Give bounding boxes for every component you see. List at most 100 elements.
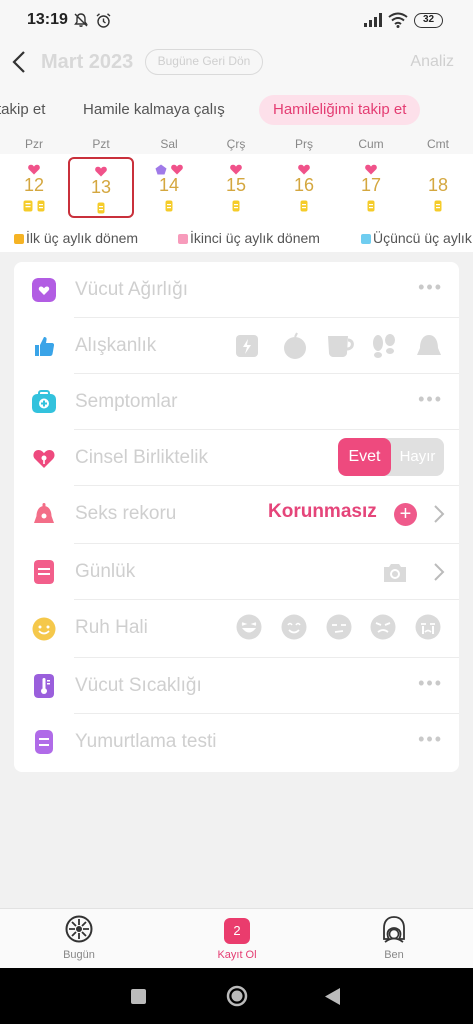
- vitamin-icon: [434, 200, 442, 212]
- legend-item: İkinci üç aylık dönem: [178, 230, 320, 246]
- cup-icon[interactable]: [325, 333, 355, 359]
- row-temperature[interactable]: Vücut Sıcaklığı •••: [14, 658, 459, 714]
- day-cell[interactable]: 17: [338, 154, 404, 220]
- trimester-legend: İlk üç aylık dönem İkinci üç aylık dönem…: [0, 224, 473, 252]
- more-icon[interactable]: •••: [418, 389, 443, 410]
- apple-icon[interactable]: [281, 332, 309, 360]
- nav-profile[interactable]: Ben: [344, 909, 444, 969]
- legend-label: İkinci üç aylık dönem: [190, 230, 320, 246]
- row-diary[interactable]: Günlük: [14, 544, 459, 600]
- chevron-right-icon[interactable]: [433, 504, 445, 524]
- row-label: Semptomlar: [75, 391, 178, 412]
- row-label: Günlük: [75, 561, 136, 582]
- scale-icon: [32, 278, 56, 302]
- row-mood[interactable]: Ruh Hali: [14, 600, 459, 658]
- annoyed-icon[interactable]: [326, 614, 352, 640]
- toggle-yes[interactable]: Evet: [338, 438, 391, 476]
- row-label: Seks rekoru: [75, 503, 177, 524]
- angry-icon[interactable]: [370, 614, 396, 640]
- alarm-icon: [96, 13, 111, 28]
- heart-icon: [230, 164, 242, 175]
- day-number: 16: [293, 175, 315, 195]
- home-button[interactable]: [226, 985, 248, 1007]
- vitamin-icon: [97, 202, 105, 214]
- cry-icon[interactable]: [415, 614, 441, 640]
- vitamin-icon: [367, 200, 375, 212]
- nav-today[interactable]: Bugün: [29, 909, 129, 969]
- heart-icon: [95, 166, 107, 177]
- nav-label: Ben: [384, 949, 404, 961]
- day-cell[interactable]: 15: [203, 154, 269, 220]
- day-cell-selected[interactable]: 13: [68, 157, 134, 218]
- status-bar: 13:19 32: [0, 0, 473, 40]
- more-icon[interactable]: •••: [418, 729, 443, 750]
- tab-track-period[interactable]: takip et: [0, 95, 45, 125]
- coffee-cup-icon[interactable]: [234, 333, 260, 359]
- day-strip: 12 13 14 15 16 17 18: [0, 154, 473, 224]
- vitamin-icon: [232, 200, 240, 212]
- row-symptoms[interactable]: Semptomlar •••: [14, 374, 459, 430]
- heart-icon: [171, 164, 184, 175]
- recents-button[interactable]: [131, 989, 146, 1004]
- back-to-today-button[interactable]: Bugüne Geri Dön: [145, 49, 263, 75]
- vitamin-icon: [300, 200, 308, 212]
- vitamin-icon: [37, 200, 45, 212]
- battery-indicator: 32: [414, 13, 443, 28]
- row-label: Yumurtlama testi: [75, 731, 217, 752]
- wifi-icon: [388, 12, 408, 28]
- pentagon-icon: [155, 164, 167, 175]
- calendar-badge-icon: 2: [224, 918, 250, 944]
- happy-icon[interactable]: [281, 614, 307, 640]
- legend-swatch: [178, 234, 188, 244]
- day-number: 18: [427, 175, 449, 195]
- note-icon: [23, 200, 33, 212]
- more-icon[interactable]: •••: [418, 277, 443, 298]
- nav-label: Bugün: [63, 949, 95, 961]
- legend-item: Üçüncü üç aylık: [361, 230, 472, 246]
- thermometer-icon: [34, 674, 54, 698]
- nav-register[interactable]: 2 Kayıt Ol: [187, 909, 287, 969]
- tab-trying-to-conceive[interactable]: Hamile kalmaya çalış: [83, 95, 225, 125]
- weekday-label: Pzr: [25, 137, 43, 151]
- weekday-label: Pzt: [92, 137, 110, 151]
- row-sex-record[interactable]: Seks rekoru Korunmasız +: [14, 486, 459, 544]
- camera-icon[interactable]: [382, 562, 408, 584]
- day-cell[interactable]: 14: [136, 154, 202, 220]
- row-habit[interactable]: Alışkanlık: [14, 318, 459, 374]
- day-number: 13: [90, 177, 112, 197]
- day-cell[interactable]: 12: [1, 154, 67, 220]
- month-title[interactable]: Mart 2023: [41, 51, 133, 74]
- vitamin-icon: [165, 200, 173, 212]
- mode-tabs: takip et Hamile kalmaya çalış Hamileliği…: [0, 86, 473, 134]
- heart-icon: [365, 164, 377, 175]
- laugh-icon[interactable]: [236, 614, 262, 640]
- row-weight[interactable]: Vücut Ağırlığı •••: [14, 262, 459, 318]
- bottom-nav: Bugün 2 Kayıt Ol Ben: [0, 908, 473, 968]
- analysis-link[interactable]: Analiz: [410, 53, 454, 71]
- back-button[interactable]: [8, 48, 30, 76]
- header: Mart 2023 Bugüne Geri Dön Analiz: [0, 40, 473, 86]
- back-nav-button[interactable]: [325, 988, 341, 1005]
- bell-off-icon: [74, 13, 88, 27]
- row-label: Alışkanlık: [75, 335, 157, 356]
- test-strip-icon: [35, 730, 53, 754]
- status-time: 13:19: [27, 11, 68, 28]
- row-ovulation-test[interactable]: Yumurtlama testi •••: [14, 714, 459, 770]
- chevron-right-icon[interactable]: [433, 562, 445, 582]
- intimacy-toggle[interactable]: Evet Hayır: [338, 438, 444, 476]
- record-card: Vücut Ağırlığı ••• Alışkanlık Semptomlar…: [14, 262, 459, 772]
- today-icon: [65, 915, 93, 943]
- legend-swatch: [14, 234, 24, 244]
- sex-record-value[interactable]: Korunmasız: [268, 501, 377, 523]
- row-intimacy[interactable]: Cinsel Birliktelik Evet Hayır: [14, 430, 459, 486]
- add-record-button[interactable]: +: [394, 503, 417, 526]
- toggle-no[interactable]: Hayır: [391, 438, 444, 476]
- more-icon[interactable]: •••: [418, 673, 443, 694]
- day-cell[interactable]: 18: [405, 154, 471, 220]
- bell-icon[interactable]: [415, 332, 443, 360]
- footprints-icon[interactable]: [369, 333, 399, 359]
- tab-track-pregnancy[interactable]: Hamileliğimi takip et: [259, 95, 421, 125]
- day-cell[interactable]: 16: [271, 154, 337, 220]
- thumbs-up-icon: [35, 337, 55, 356]
- legend-swatch: [361, 234, 371, 244]
